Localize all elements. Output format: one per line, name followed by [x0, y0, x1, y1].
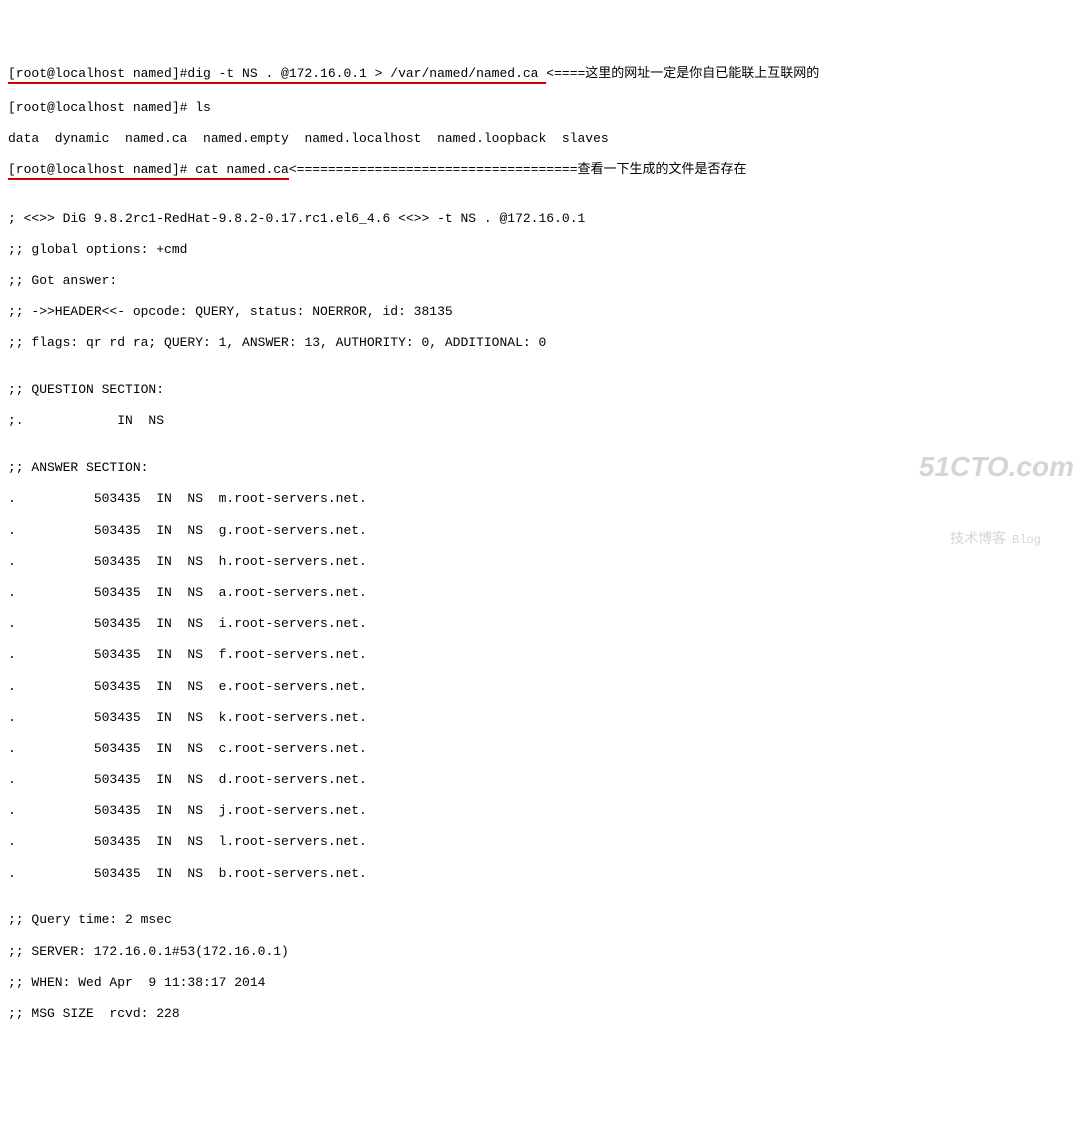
dig-version-line: ; <<>> DiG 9.8.2rc1-RedHat-9.8.2-0.17.rc…: [8, 211, 1076, 227]
answer-row: . 503435 IN NS a.root-servers.net.: [8, 585, 1076, 601]
watermark-domain: 51CTO.com: [919, 450, 1074, 484]
terminal-line-ls: [root@localhost named]# ls: [8, 100, 1076, 116]
answer-row: . 503435 IN NS k.root-servers.net.: [8, 710, 1076, 726]
cmd-dig-underlined: [root@localhost named]#dig -t NS . @172.…: [8, 66, 546, 84]
answer-row: . 503435 IN NS c.root-servers.net.: [8, 741, 1076, 757]
terminal-line-ls-output: data dynamic named.ca named.empty named.…: [8, 131, 1076, 147]
answer-row: . 503435 IN NS h.root-servers.net.: [8, 554, 1076, 570]
answer-row: . 503435 IN NS m.root-servers.net.: [8, 491, 1076, 507]
watermark-subtitle: 技术博客: [950, 530, 1006, 546]
annotation-cat: <====================================查看一…: [289, 162, 747, 177]
server-line: ;; SERVER: 172.16.0.1#53(172.16.0.1): [8, 944, 1076, 960]
terminal-line-dig: [root@localhost named]#dig -t NS . @172.…: [8, 66, 1076, 84]
answer-row: . 503435 IN NS j.root-servers.net.: [8, 803, 1076, 819]
answer-row: . 503435 IN NS l.root-servers.net.: [8, 834, 1076, 850]
answer-row: . 503435 IN NS f.root-servers.net.: [8, 647, 1076, 663]
watermark-blog: Blog: [1012, 533, 1041, 547]
annotation-dig: <====这里的网址一定是你自已能联上互联网的: [546, 66, 819, 81]
cmd-cat-underlined: [root@localhost named]# cat named.ca: [8, 162, 289, 180]
query-time-line: ;; Query time: 2 msec: [8, 912, 1076, 928]
answer-section-header: ;; ANSWER SECTION:: [8, 460, 1076, 476]
answer-row: . 503435 IN NS b.root-servers.net.: [8, 866, 1076, 882]
dig-got-answer: ;; Got answer:: [8, 273, 1076, 289]
terminal-line-cat: [root@localhost named]# cat named.ca<===…: [8, 162, 1076, 180]
msg-size-line: ;; MSG SIZE rcvd: 228: [8, 1006, 1076, 1022]
dig-flags-line: ;; flags: qr rd ra; QUERY: 1, ANSWER: 13…: [8, 335, 1076, 351]
question-section-header: ;; QUESTION SECTION:: [8, 382, 1076, 398]
watermark: 51CTO.com 技术博客 Blog: [919, 419, 1074, 579]
answer-row: . 503435 IN NS e.root-servers.net.: [8, 679, 1076, 695]
answer-row: . 503435 IN NS i.root-servers.net.: [8, 616, 1076, 632]
when-line: ;; WHEN: Wed Apr 9 11:38:17 2014: [8, 975, 1076, 991]
question-row: ;. IN NS: [8, 413, 1076, 429]
answer-row: . 503435 IN NS d.root-servers.net.: [8, 772, 1076, 788]
answer-row: . 503435 IN NS g.root-servers.net.: [8, 523, 1076, 539]
dig-header-line: ;; ->>HEADER<<- opcode: QUERY, status: N…: [8, 304, 1076, 320]
dig-global-options: ;; global options: +cmd: [8, 242, 1076, 258]
